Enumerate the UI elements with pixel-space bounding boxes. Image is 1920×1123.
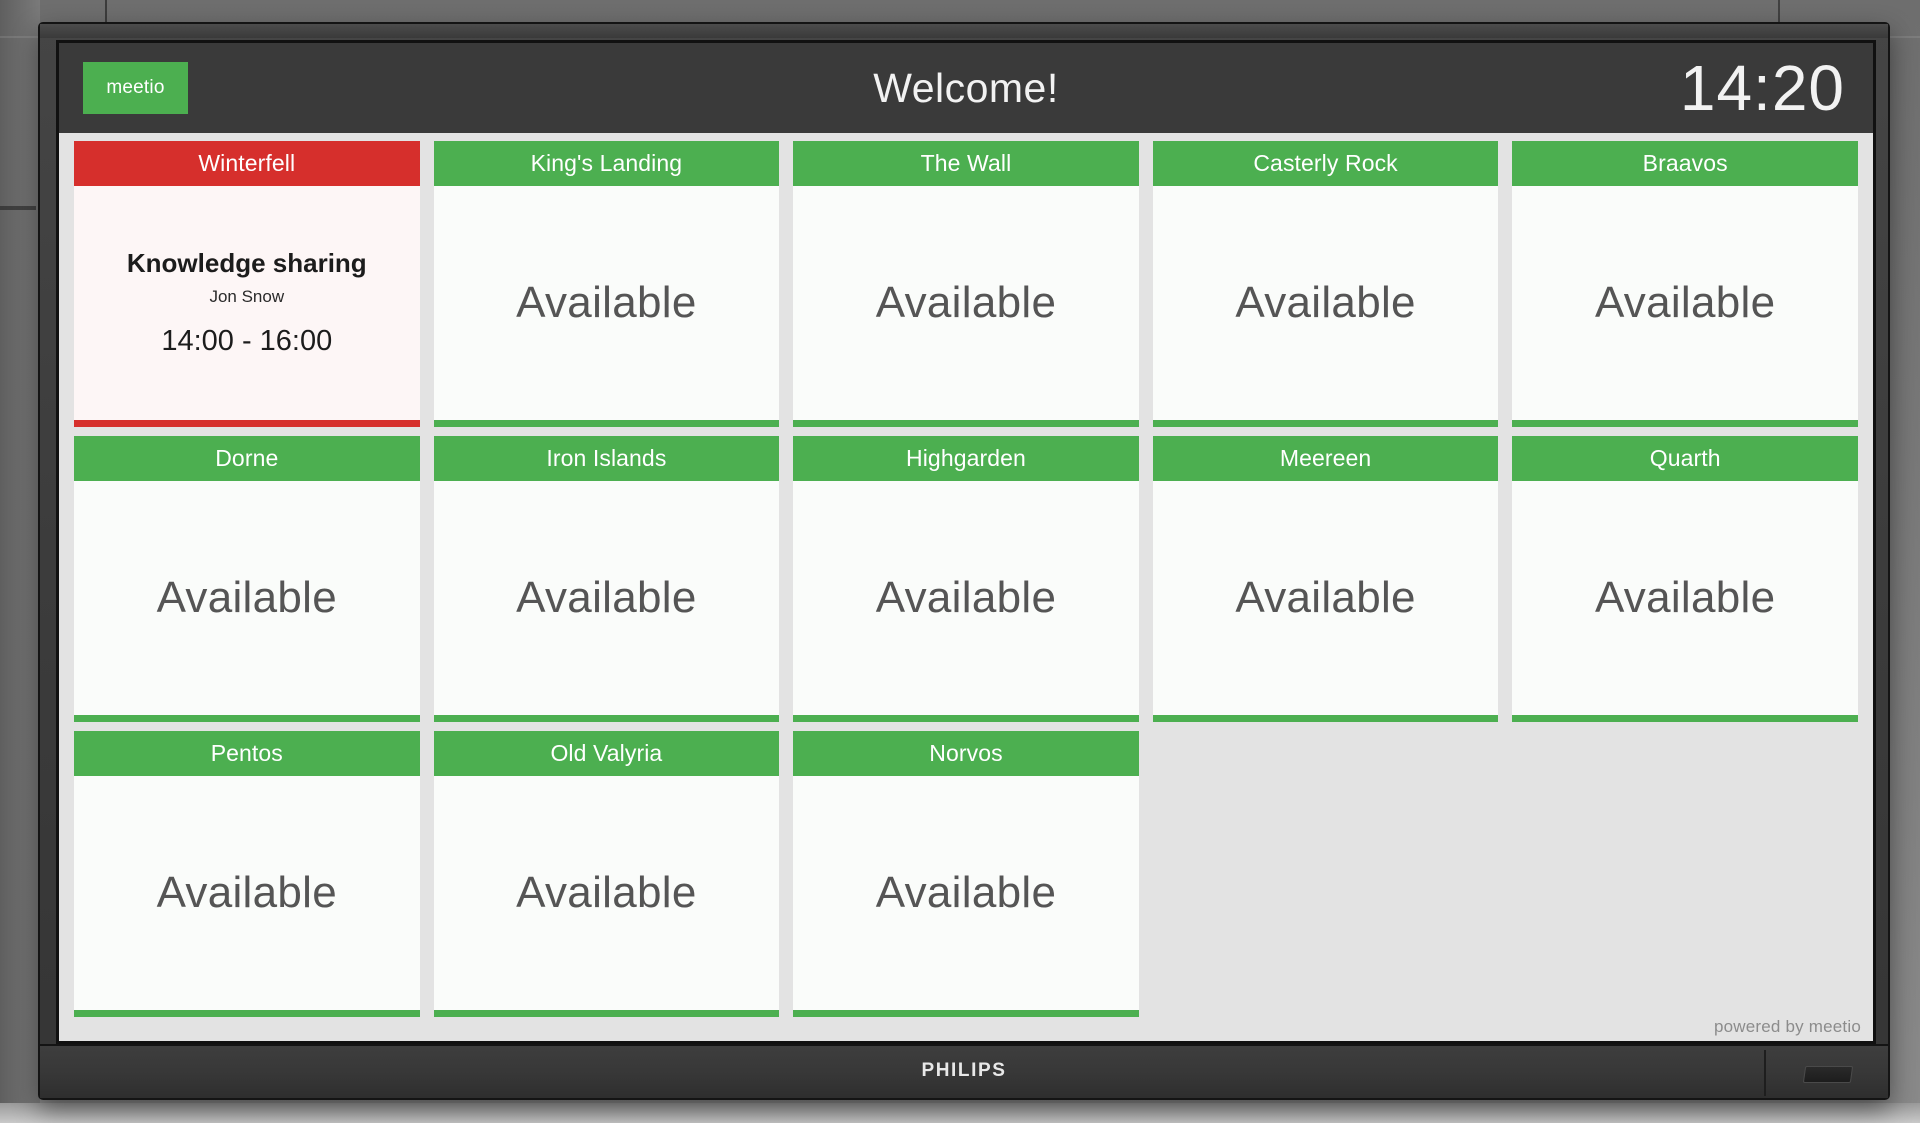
room-card[interactable]: Winterfell Knowledge sharing Jon Snow 14:00… (67, 141, 427, 436)
room-name-header: Casterly Rock (1152, 141, 1499, 186)
room-card[interactable]: Pentos Available (67, 731, 427, 1026)
room-card[interactable]: Quarth Available (1505, 436, 1865, 731)
room-status-body: Available (793, 186, 1139, 420)
availability-label: Available (875, 278, 1057, 327)
page-title: Welcome! (873, 64, 1059, 111)
room-card[interactable]: Meereen Available (1146, 436, 1506, 731)
room-status-body: Knowledge sharing Jon Snow 14:00 - 16:00 (74, 186, 420, 420)
room-card[interactable]: Norvos Available (786, 731, 1146, 1026)
monitor-bezel-top (40, 24, 1888, 38)
room-name-header: King's Landing (433, 141, 780, 186)
availability-label: Available (516, 868, 697, 917)
availability-label: Available (156, 573, 338, 622)
meeting-time-range: 14:00 - 16:00 (161, 324, 333, 357)
room-status-body: Available (1512, 186, 1858, 420)
availability-label: Available (1594, 278, 1776, 327)
app-header-bar: meetio Welcome! 14:20 (59, 43, 1873, 133)
bezel-seam (1764, 1050, 1766, 1096)
monitor-bezel-bottom: PHILIPS (40, 1044, 1888, 1098)
room-status-bar (433, 1010, 780, 1017)
room-name-header: Dorne (74, 436, 420, 481)
clock-display: 14:20 (1679, 52, 1845, 124)
room-status-bar (74, 420, 420, 427)
room-name-header: The Wall (793, 141, 1139, 186)
availability-label: Available (1235, 573, 1416, 622)
room-card[interactable]: Iron Islands Available (427, 436, 787, 731)
wall-floor-band (0, 1103, 1920, 1123)
room-status-body: Available (74, 481, 420, 715)
availability-label: Available (1594, 573, 1776, 622)
display-monitor: meetio Welcome! 14:20 Winterfell Knowledg… (38, 22, 1890, 1100)
room-name-header: Iron Islands (433, 436, 780, 481)
powered-by-credit: powered by meetio (1713, 1017, 1861, 1036)
room-status-body: Available (433, 186, 780, 420)
room-status-bar (793, 1010, 1139, 1017)
meeting-title: Knowledge sharing (126, 248, 367, 279)
room-status-body: Available (793, 481, 1139, 715)
availability-label: Available (156, 868, 338, 917)
room-status-bar (74, 715, 420, 722)
wall-left-panel (0, 0, 40, 1123)
room-status-body: Available (1152, 481, 1499, 715)
room-status-grid: Winterfell Knowledge sharing Jon Snow 14:00… (59, 133, 1873, 1041)
room-name-header: Highgarden (793, 436, 1139, 481)
display-screen: meetio Welcome! 14:20 Winterfell Knowledg… (56, 40, 1876, 1044)
room-name-header: Meereen (1152, 436, 1499, 481)
room-status-bar (74, 1010, 420, 1017)
philips-brand-logo: PHILIPS (921, 1060, 1007, 1081)
availability-label: Available (516, 278, 697, 327)
meetio-logo[interactable]: meetio (83, 62, 188, 114)
room-status-body: Available (1152, 186, 1499, 420)
room-card[interactable]: The Wall Available (786, 141, 1146, 436)
room-status-bar (1512, 420, 1858, 427)
room-status-bar (793, 420, 1139, 427)
room-status-body: Available (433, 481, 780, 715)
meeting-organizer: Jon Snow (209, 286, 285, 306)
room-card[interactable]: Dorne Available (67, 436, 427, 731)
room-name-header: Old Valyria (433, 731, 780, 776)
room-status-body: Available (433, 776, 780, 1010)
room-name-header: Pentos (74, 731, 420, 776)
room-card[interactable]: Casterly Rock Available (1146, 141, 1506, 436)
availability-label: Available (875, 868, 1057, 917)
availability-label: Available (516, 573, 697, 622)
room-name-header: Braavos (1512, 141, 1858, 186)
wall-notch (0, 206, 36, 210)
room-status-bar (433, 715, 780, 722)
availability-label: Available (1235, 278, 1416, 327)
room-status-bar (1152, 715, 1499, 722)
room-name-header: Winterfell (74, 141, 420, 186)
room-status-body: Available (74, 776, 420, 1010)
room-status-body: Available (793, 776, 1139, 1010)
room-status-body: Available (1512, 481, 1858, 715)
room-status-bar (433, 420, 780, 427)
room-status-bar (1152, 420, 1499, 427)
room-card[interactable]: Old Valyria Available (427, 731, 787, 1026)
room-card[interactable]: King's Landing Available (427, 141, 787, 436)
room-name-header: Norvos (793, 731, 1139, 776)
room-status-bar (793, 715, 1139, 722)
ir-sensor-icon (1802, 1066, 1854, 1083)
availability-label: Available (875, 573, 1057, 622)
room-status-bar (1512, 715, 1858, 722)
room-card[interactable]: Highgarden Available (786, 436, 1146, 731)
room-name-header: Quarth (1512, 436, 1858, 481)
room-card[interactable]: Braavos Available (1505, 141, 1865, 436)
